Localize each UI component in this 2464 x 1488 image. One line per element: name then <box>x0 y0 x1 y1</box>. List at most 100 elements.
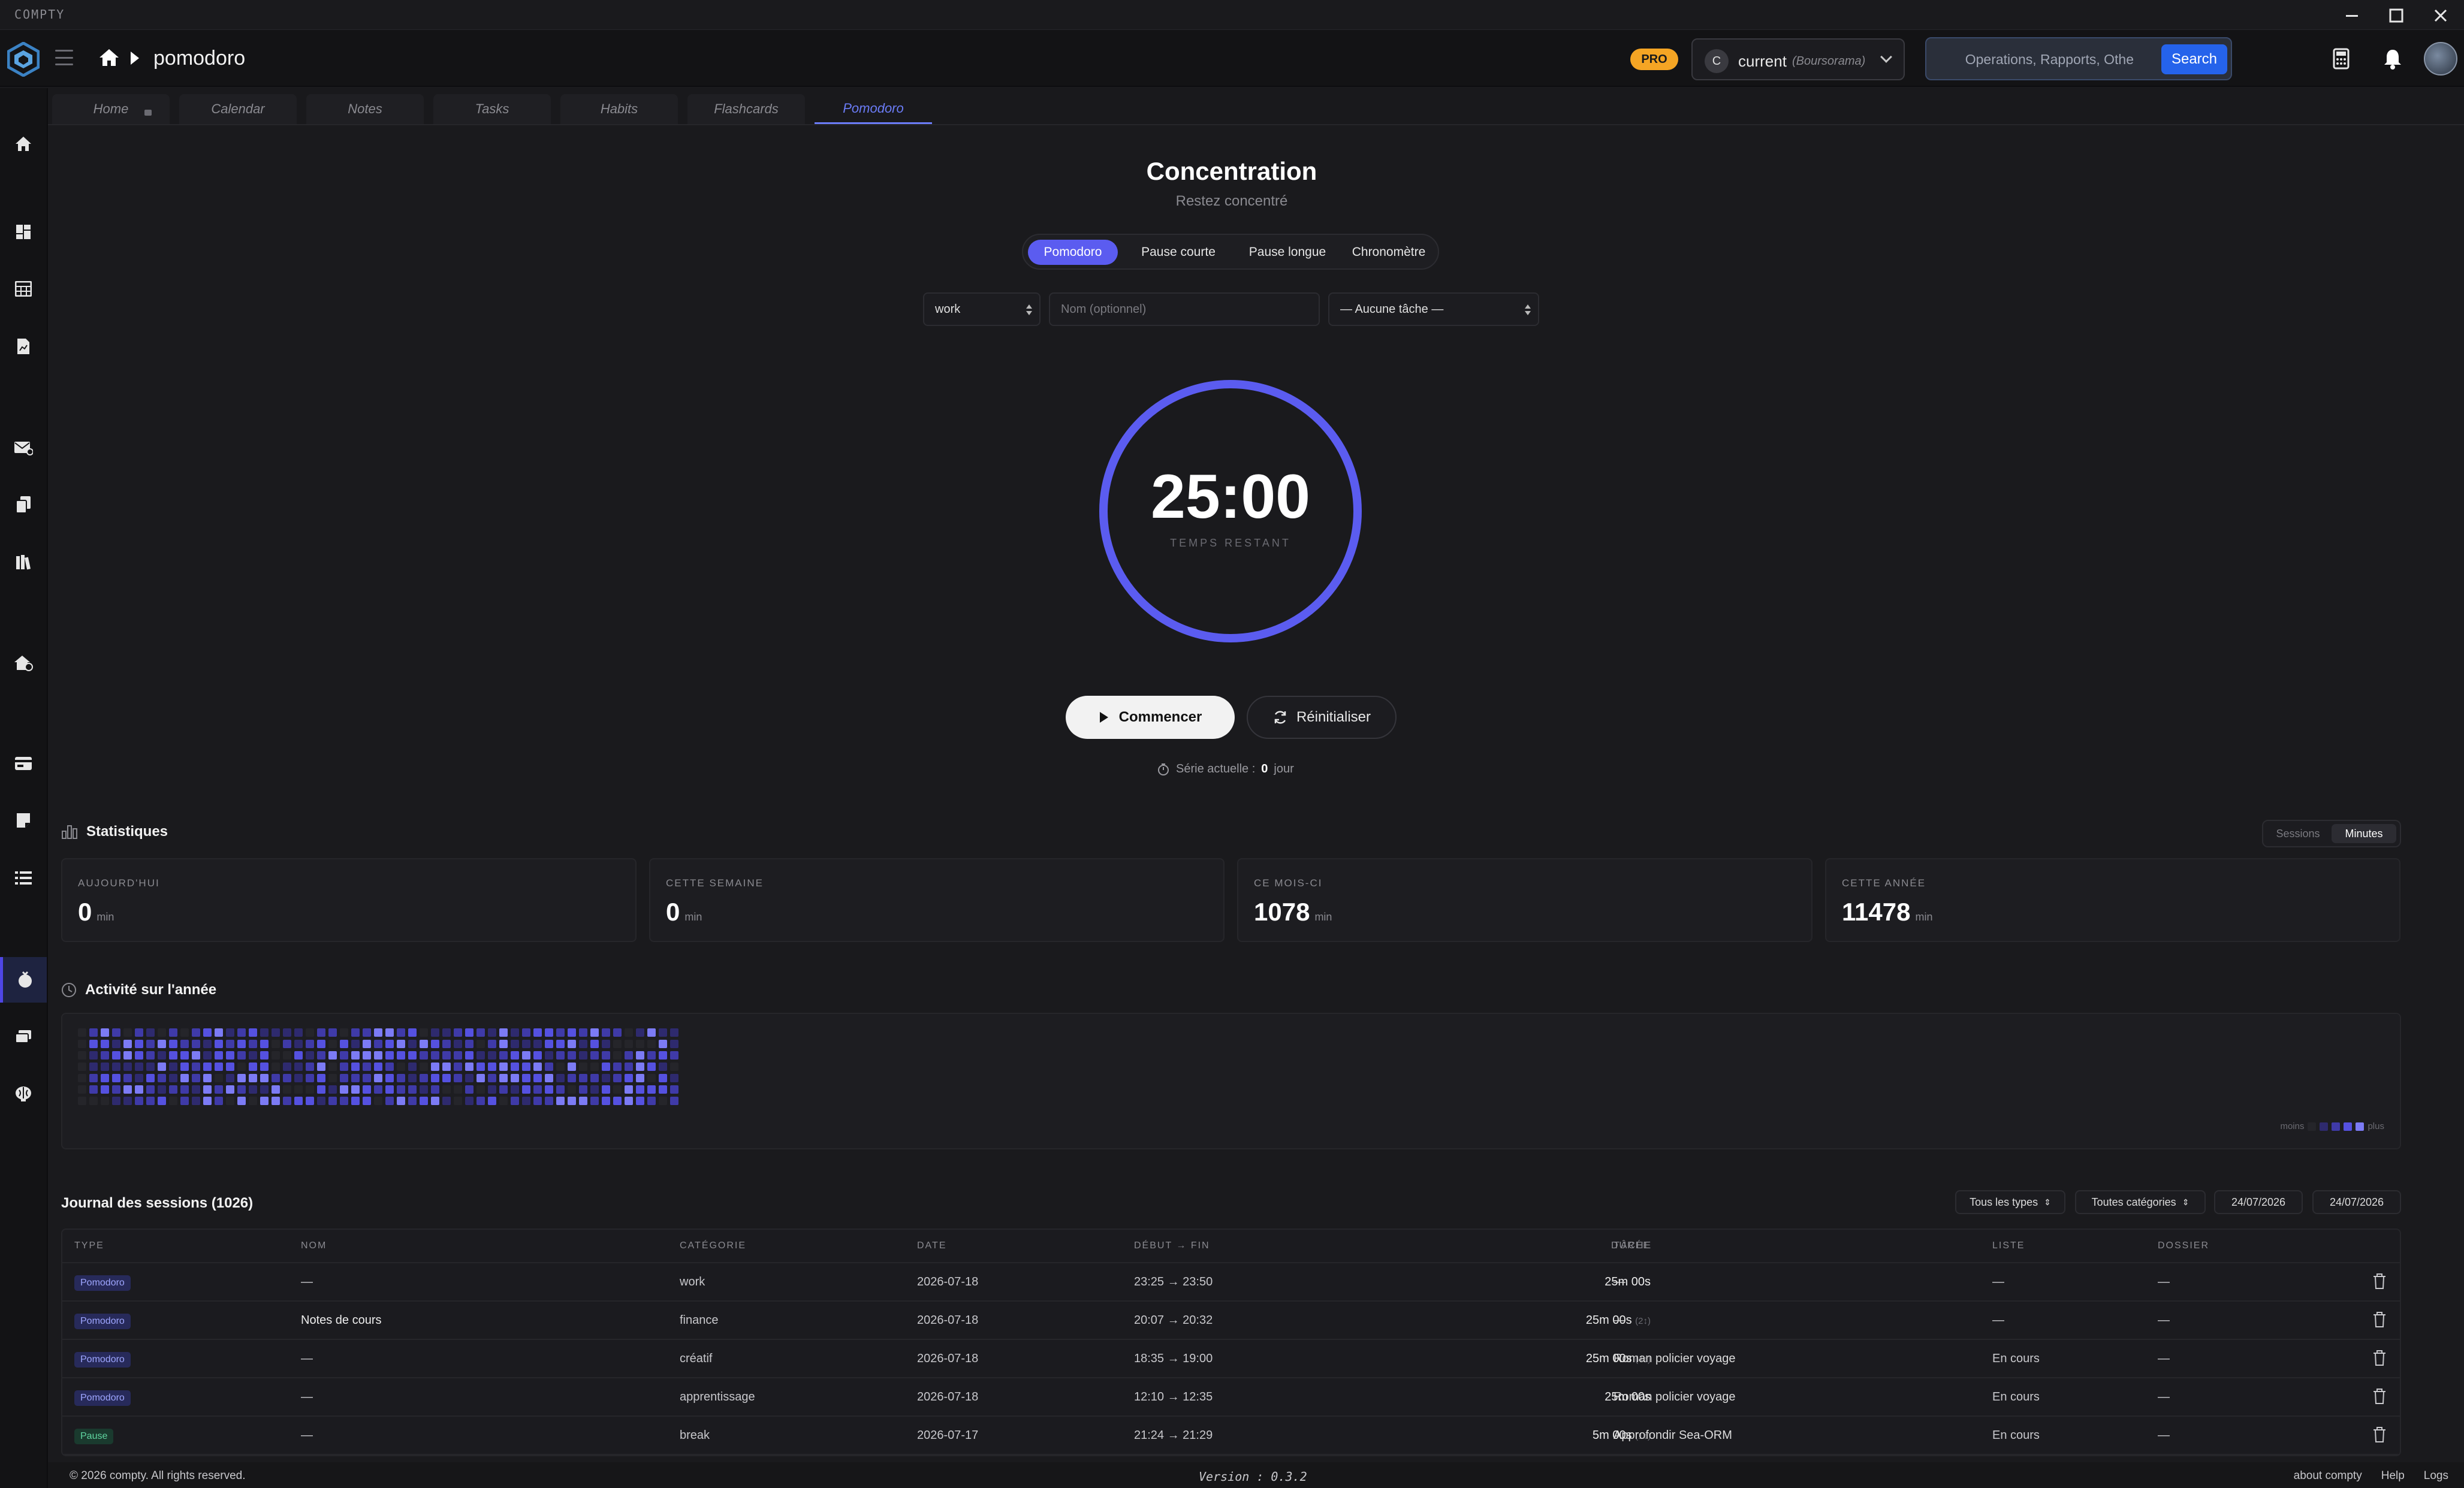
heatmap-cell <box>215 1097 223 1105</box>
heatmap-cell <box>442 1074 451 1082</box>
mode-short-break[interactable]: Pause courte <box>1125 240 1232 265</box>
sidebar-card-icon[interactable] <box>0 741 47 786</box>
sidebar-brain-icon[interactable] <box>0 1071 47 1116</box>
sidebar-tasks-icon[interactable] <box>0 855 47 901</box>
mode-pomodoro[interactable]: Pomodoro <box>1028 240 1118 265</box>
sidebar-property-icon[interactable] <box>0 640 47 686</box>
sidebar-report-icon[interactable] <box>0 324 47 369</box>
trash-icon[interactable] <box>2372 1273 2387 1290</box>
heatmap-cell <box>545 1074 553 1082</box>
heatmap-cell <box>203 1063 212 1071</box>
trash-icon[interactable] <box>2372 1426 2387 1443</box>
heatmap-cell <box>397 1074 405 1082</box>
mode-stopwatch[interactable]: Chronomètre <box>1343 240 1434 265</box>
bell-icon[interactable] <box>2379 46 2406 72</box>
app-header: pomodoro PRO C current (Boursorama) Sear… <box>0 30 2464 87</box>
sidebar-library-icon[interactable] <box>0 539 47 585</box>
tab-flashcards[interactable]: Flashcards <box>687 94 805 124</box>
trash-icon[interactable] <box>2372 1311 2387 1328</box>
tab-habits[interactable]: Habits <box>560 94 678 124</box>
table-row[interactable]: Pomodoro Notes de cours finance 2026-07-… <box>62 1302 2400 1340</box>
toggle-sessions[interactable]: Sessions <box>2267 824 2329 843</box>
heatmap-cell <box>522 1074 530 1082</box>
heatmap-cell <box>476 1063 485 1071</box>
toggle-minutes[interactable]: Minutes <box>2332 824 2396 843</box>
heatmap-cell <box>203 1040 212 1048</box>
type-badge: Pomodoro <box>74 1314 131 1329</box>
table-row[interactable]: Pomodoro — apprentissage 2026-07-18 12:1… <box>62 1378 2400 1417</box>
menu-toggle-icon[interactable] <box>55 50 73 65</box>
calculator-icon[interactable] <box>2328 46 2354 72</box>
session-name-input[interactable] <box>1049 292 1320 326</box>
search-input[interactable] <box>1936 44 2140 74</box>
search-button[interactable]: Search <box>2161 44 2227 74</box>
sidebar-dashboard-icon[interactable] <box>0 209 47 255</box>
tab-notes[interactable]: Notes <box>306 94 424 124</box>
sidebar-table-icon[interactable] <box>0 266 47 312</box>
heatmap-cell <box>203 1051 212 1060</box>
heatmap-cell <box>180 1085 189 1094</box>
cell-categorie: finance <box>680 1314 719 1327</box>
minimize-icon[interactable] <box>2340 4 2364 28</box>
mode-long-break[interactable]: Pause longue <box>1236 240 1338 265</box>
heatmap-cell <box>146 1074 155 1082</box>
tab-tasks[interactable]: Tasks <box>433 94 551 124</box>
heatmap-cell <box>158 1085 166 1094</box>
sidebar-documents-icon[interactable] <box>0 482 47 527</box>
sidebar-note-icon[interactable] <box>0 798 47 843</box>
footer-link-about[interactable]: about compty <box>2294 1469 2362 1483</box>
category-select[interactable]: work <box>923 292 1041 326</box>
heatmap-cell <box>454 1074 462 1082</box>
tab-pomodoro[interactable]: Pomodoro <box>815 94 932 124</box>
app-logo[interactable] <box>7 41 40 77</box>
task-select[interactable]: — Aucune tâche — <box>1328 292 1539 326</box>
heatmap-cell <box>397 1097 405 1105</box>
start-button[interactable]: Commencer <box>1066 696 1235 739</box>
date-from-input[interactable]: 24/07/2026 <box>2214 1190 2303 1214</box>
close-icon[interactable] <box>2429 4 2453 28</box>
trash-icon[interactable] <box>2372 1350 2387 1366</box>
footer-link-help[interactable]: Help <box>2381 1469 2405 1483</box>
tab-calendar[interactable]: Calendar <box>179 94 297 124</box>
sidebar-flashcards-icon[interactable] <box>0 1014 47 1060</box>
table-row[interactable]: Pause — break 2026-07-17 21:24 → 21:29 5… <box>62 1417 2400 1455</box>
cell-debut-fin: 12:10 → 12:35 <box>1134 1390 1213 1404</box>
type-filter-select[interactable]: Tous les types ⇕ <box>1955 1190 2065 1214</box>
heatmap-cell <box>158 1028 166 1037</box>
cell-liste: En cours <box>1992 1390 2040 1404</box>
user-avatar[interactable] <box>2424 42 2457 76</box>
sidebar-pomodoro-icon[interactable] <box>0 957 47 1003</box>
heatmap-cell <box>272 1040 280 1048</box>
sidebar-mail-icon[interactable] <box>0 425 47 470</box>
heatmap-cell <box>237 1063 246 1071</box>
stat-value: 1078 min <box>1254 898 1332 926</box>
heatmap-cell <box>249 1063 257 1071</box>
sidebar-home-icon[interactable] <box>0 121 47 167</box>
heatmap-cell <box>328 1051 337 1060</box>
heatmap-cell <box>613 1040 622 1048</box>
heatmap-cell <box>568 1051 576 1060</box>
heatmap-cell <box>101 1097 109 1105</box>
home-icon[interactable] <box>98 48 120 67</box>
heatmap-cell <box>146 1051 155 1060</box>
category-filter-select[interactable]: Toutes catégories ⇕ <box>2075 1190 2206 1214</box>
trash-icon[interactable] <box>2372 1388 2387 1405</box>
date-to-input[interactable]: 24/07/2026 <box>2312 1190 2401 1214</box>
maximize-icon[interactable] <box>2384 4 2408 28</box>
cell-date: 2026-07-18 <box>917 1352 979 1365</box>
cell-tache: Approfondir Sea-ORM <box>1613 1429 1732 1442</box>
tab-home[interactable]: Home <box>52 94 170 124</box>
table-row[interactable]: Pomodoro — work 2026-07-18 23:25 → 23:50… <box>62 1263 2400 1302</box>
stat-unit: min <box>96 911 114 923</box>
heatmap-cell <box>590 1074 599 1082</box>
table-row[interactable]: Pomodoro — créatif 2026-07-18 18:35 → 19… <box>62 1340 2400 1378</box>
footer-link-logs[interactable]: Logs <box>2424 1469 2448 1483</box>
heatmap-cell <box>568 1040 576 1048</box>
heatmap-cell <box>112 1074 120 1082</box>
heatmap-cell <box>545 1028 553 1037</box>
heatmap-cell <box>237 1040 246 1048</box>
heatmap-cell <box>328 1074 337 1082</box>
account-selector[interactable]: C current (Boursorama) <box>1691 38 1905 80</box>
clock-icon <box>62 983 76 997</box>
reset-button[interactable]: Réinitialiser <box>1247 696 1397 739</box>
